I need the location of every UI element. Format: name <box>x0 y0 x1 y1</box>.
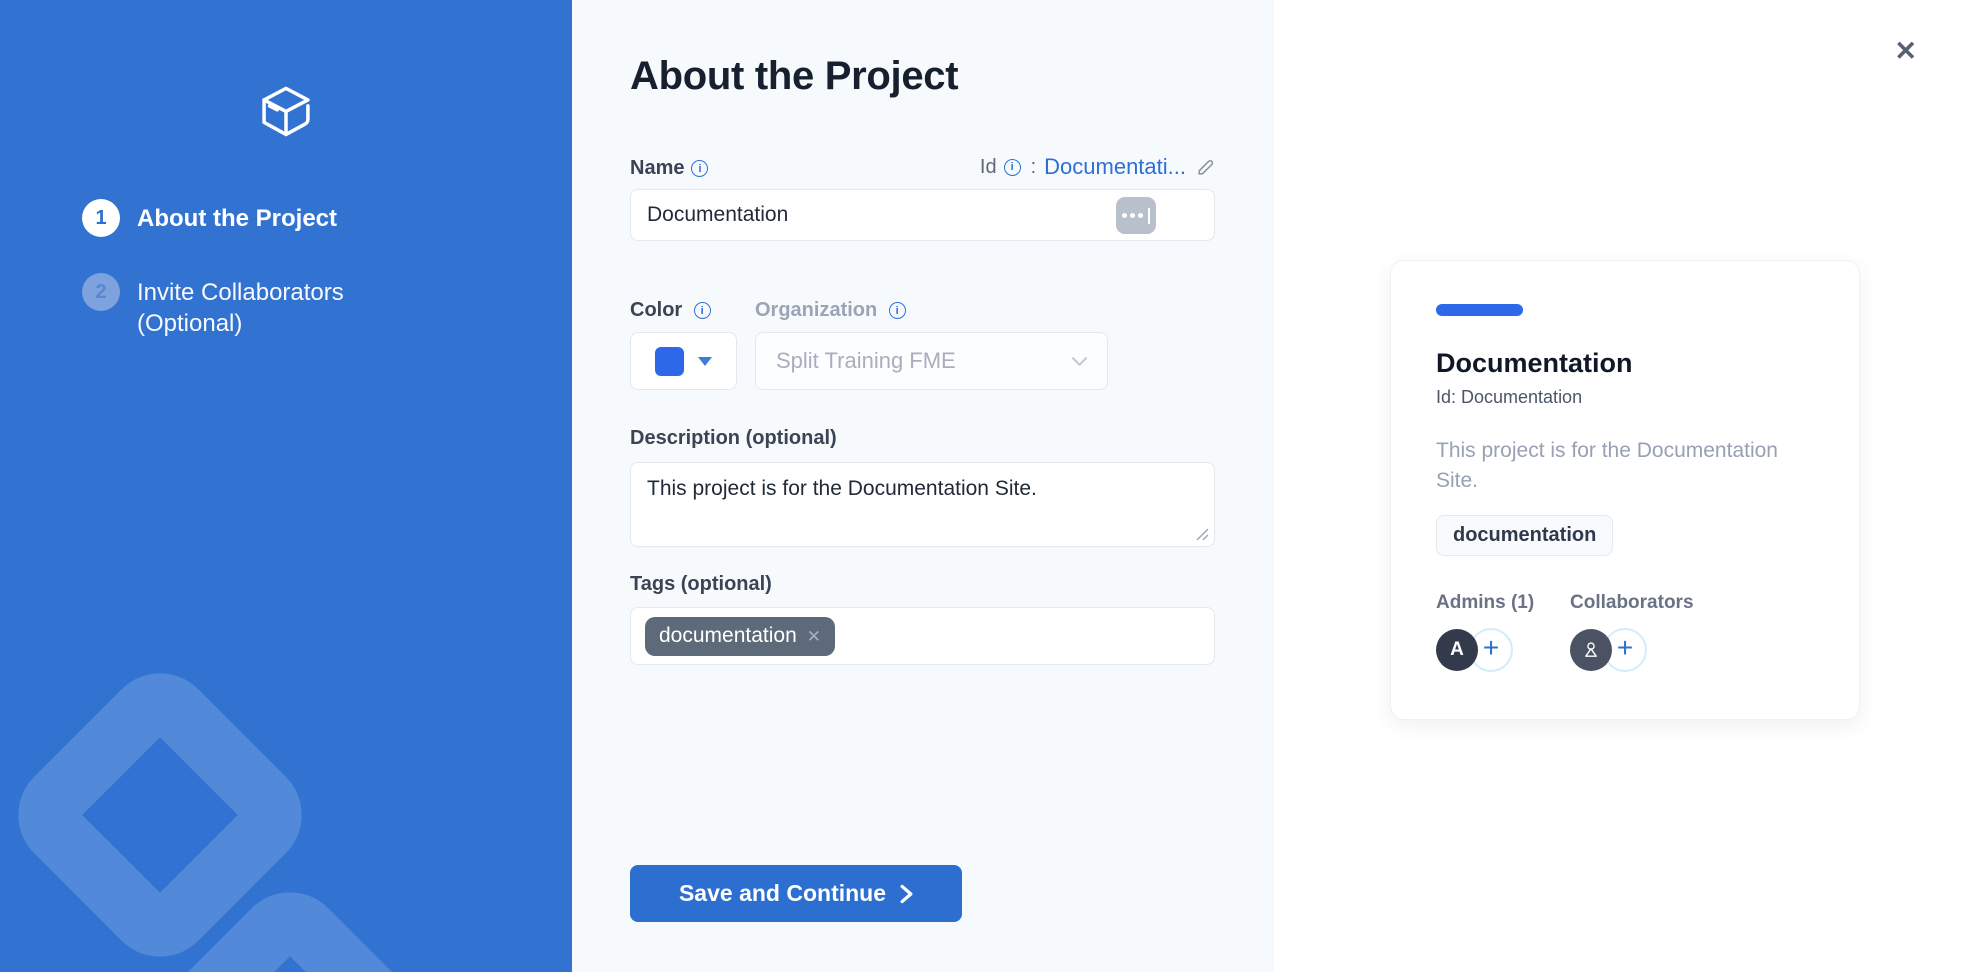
wizard-sidebar: 1 About the Project 2 Invite Collaborato… <box>0 0 572 972</box>
chevron-right-icon <box>900 884 913 904</box>
id-colon: : <box>1031 156 1037 179</box>
preview-tag-chip: documentation <box>1436 515 1613 556</box>
info-icon[interactable]: i <box>694 302 711 319</box>
info-icon[interactable]: i <box>889 302 906 319</box>
description-label: Description (optional) <box>630 427 837 450</box>
tags-input[interactable]: documentation ✕ <box>630 607 1215 665</box>
organization-select[interactable]: Split Training FME <box>755 332 1108 390</box>
color-swatch <box>655 347 684 376</box>
generated-id-icon <box>1116 197 1156 234</box>
edit-id-pencil-icon[interactable] <box>1196 158 1215 177</box>
description-textarea[interactable]: This project is for the Documentation Si… <box>631 463 1214 546</box>
project-preview-card: Documentation Id: Documentation This pro… <box>1390 260 1860 720</box>
id-value-link[interactable]: Documentati... <box>1044 154 1186 180</box>
create-project-modal: 1 About the Project 2 Invite Collaborato… <box>0 0 1974 972</box>
organization-label: Organization <box>755 299 877 321</box>
page-title: About the Project <box>630 52 1215 100</box>
description-area-wrapper: This project is for the Documentation Si… <box>630 462 1215 547</box>
color-label: Color <box>630 299 682 321</box>
info-icon[interactable]: i <box>1004 159 1021 176</box>
collaborators-group: Collaborators + <box>1570 592 1694 674</box>
id-label: Id <box>980 156 997 179</box>
step-about-the-project[interactable]: 1 About the Project <box>82 199 572 237</box>
caret-down-icon <box>698 357 712 366</box>
step-label: About the Project <box>137 199 337 234</box>
cube-logo-icon <box>258 84 314 141</box>
step-number-badge: 1 <box>82 199 120 237</box>
tag-text: documentation <box>659 624 797 648</box>
close-icon[interactable]: ✕ <box>1894 38 1917 65</box>
person-icon <box>1581 640 1601 660</box>
tags-label: Tags (optional) <box>630 573 772 596</box>
tag-chip: documentation ✕ <box>645 617 835 656</box>
info-icon[interactable]: i <box>691 160 708 177</box>
step-invite-collaborators[interactable]: 2 Invite Collaborators (Optional) <box>82 273 572 339</box>
preview-project-description: This project is for the Documentation Si… <box>1436 436 1814 497</box>
step-number-badge: 2 <box>82 273 120 311</box>
collaborators-label: Collaborators <box>1570 592 1694 614</box>
admin-avatar: A <box>1436 629 1478 671</box>
save-button-label: Save and Continue <box>679 880 886 907</box>
remove-tag-icon[interactable]: ✕ <box>807 628 821 645</box>
admins-group: Admins (1) + A <box>1436 592 1542 674</box>
project-form-panel: About the Project Name i Id i : Document… <box>572 0 1274 972</box>
color-picker-dropdown[interactable] <box>630 332 737 390</box>
chevron-down-icon <box>1072 357 1087 366</box>
name-label: Name <box>630 157 684 180</box>
name-input-wrapper <box>630 189 1215 241</box>
project-color-bar <box>1436 304 1523 316</box>
preview-project-title: Documentation <box>1436 348 1814 379</box>
save-and-continue-button[interactable]: Save and Continue <box>630 865 962 922</box>
collaborator-avatar <box>1570 629 1612 671</box>
wizard-steps: 1 About the Project 2 Invite Collaborato… <box>82 199 572 339</box>
organization-value: Split Training FME <box>776 348 956 374</box>
admins-label: Admins (1) <box>1436 592 1542 614</box>
preview-panel: ✕ Documentation Id: Documentation This p… <box>1274 0 1974 972</box>
preview-project-id: Id: Documentation <box>1436 387 1814 408</box>
step-label: Invite Collaborators (Optional) <box>137 273 387 339</box>
